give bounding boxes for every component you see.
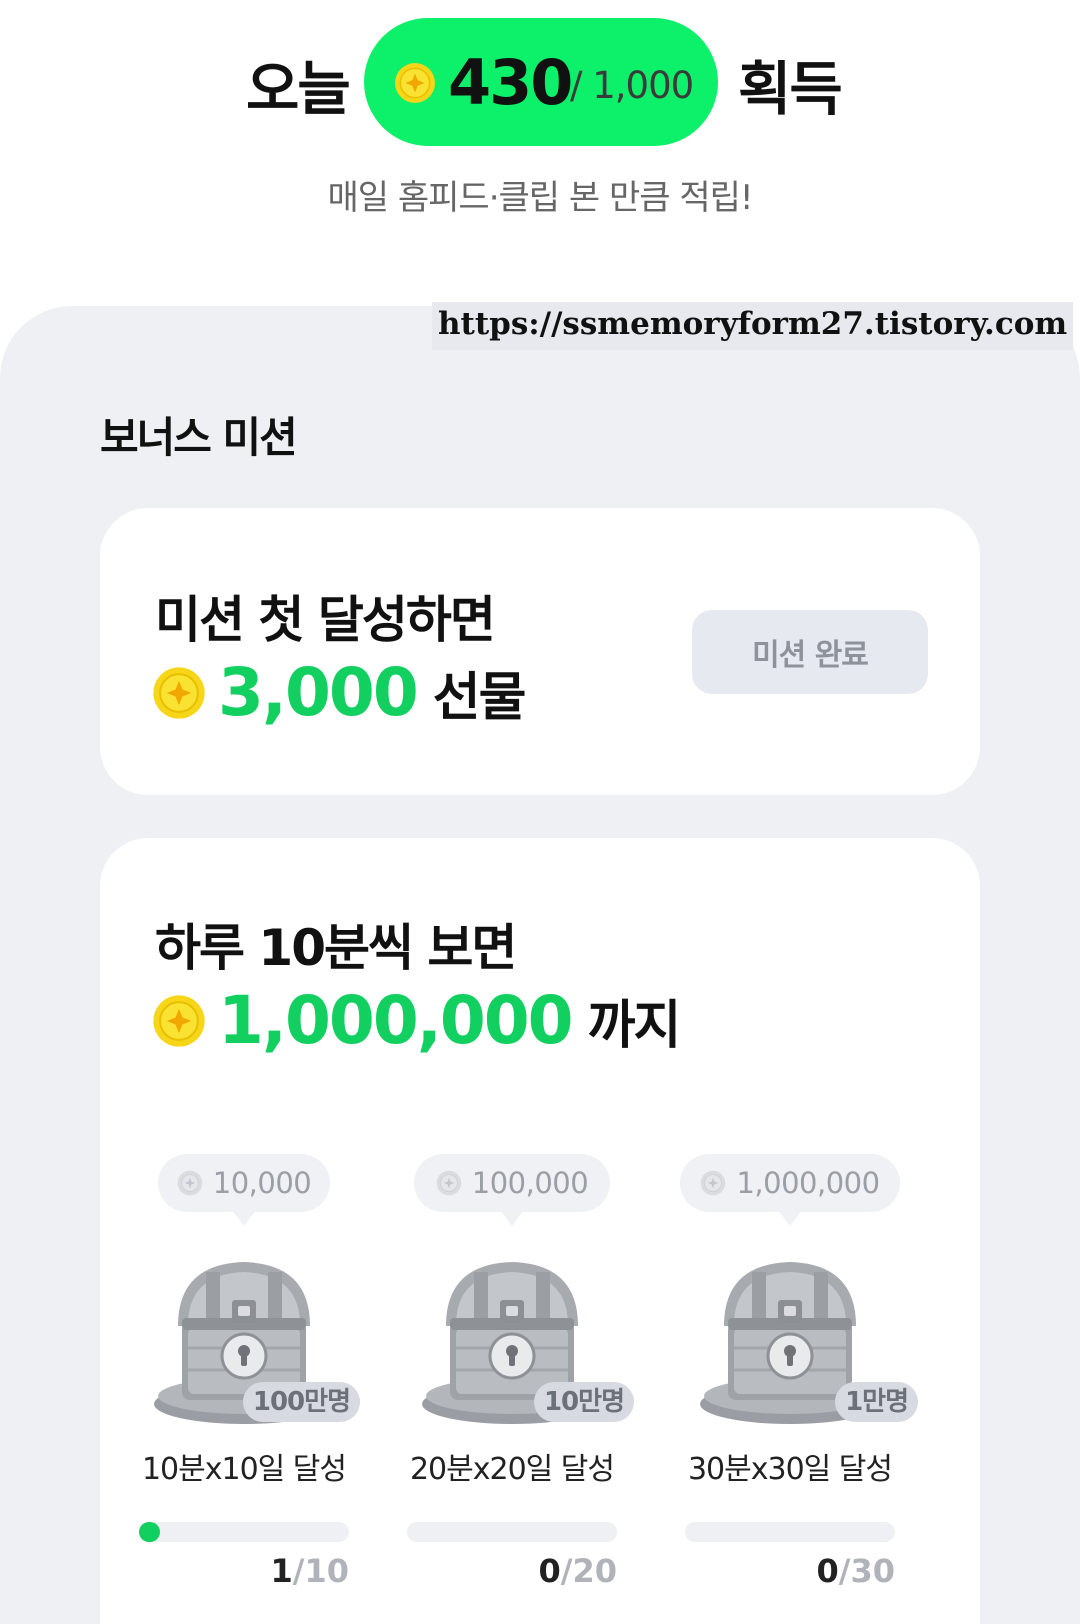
watermark-url: https://ssmemoryform27.tistory.com — [432, 302, 1074, 350]
tier-participants-badge: 100만명 — [242, 1382, 360, 1422]
tier-reward-amount: 10,000 — [212, 1166, 312, 1200]
today-points-value: 430 — [448, 46, 573, 119]
first-mission-card: 미션 첫 달성하면 3,000 선물 미션 완료 — [100, 508, 980, 795]
today-points-pill: 430 / 1,000 — [364, 18, 718, 146]
reward-tier-1[interactable]: 10,000 100만명 10분x10일 달성 1/10 — [114, 1154, 374, 1590]
first-mission-reward: 3,000 선물 — [152, 654, 527, 731]
coin-icon — [436, 1170, 462, 1196]
coin-icon — [152, 666, 206, 720]
coin-icon — [394, 62, 436, 104]
first-mission-suffix: 선물 — [432, 668, 527, 728]
tier-goal-label: 30분x30일 달성 — [687, 1452, 893, 1487]
coin-icon — [700, 1170, 726, 1196]
tier-goal-label: 20분x20일 달성 — [409, 1452, 615, 1487]
mission-complete-button[interactable]: 미션 완료 — [692, 610, 928, 694]
tier-progress-count: 0/20 — [538, 1552, 617, 1590]
tier-progress-track — [685, 1522, 895, 1542]
tier-progress-count: 0/30 — [816, 1552, 895, 1590]
tier-progress-track — [407, 1522, 617, 1542]
tier-goal-label: 10분x10일 달성 — [141, 1452, 347, 1487]
reward-tier-2[interactable]: 100,000 10만명 20분x20일 달성 0/20 — [382, 1154, 642, 1590]
tier-progress-count: 1/10 — [270, 1552, 349, 1590]
daily-mission-suffix: 까지 — [587, 996, 682, 1056]
tier-reward-bubble: 100,000 — [414, 1154, 610, 1226]
daily-mission-title: 하루 10분씩 보면 — [155, 919, 517, 977]
tier-reward-amount: 1,000,000 — [736, 1166, 880, 1200]
coin-icon — [177, 1170, 203, 1196]
tier-participants-badge: 10만명 — [533, 1382, 634, 1422]
tier-progress-fill — [139, 1522, 160, 1542]
today-points-limit: / 1,000 — [570, 64, 694, 107]
page-subtitle: 매일 홈피드·클립 본 만큼 적립! — [327, 178, 753, 218]
bonus-section-title: 보너스 미션 — [100, 413, 298, 462]
tier-progress-track — [139, 1522, 349, 1542]
daily-mission-reward: 1,000,000 까지 — [152, 982, 682, 1059]
earn-label: 획득 — [738, 55, 843, 123]
tier-reward-amount: 100,000 — [471, 1166, 589, 1200]
daily-mission-amount: 1,000,000 — [218, 982, 574, 1059]
today-earnings-header: 오늘 430 / 1,000 획득 — [0, 18, 1080, 146]
first-mission-amount: 3,000 — [218, 654, 419, 731]
today-label: 오늘 — [246, 55, 351, 123]
coin-icon — [152, 994, 206, 1048]
daily-mission-card: 하루 10분씩 보면 1,000,000 까지 10,000 100만명 10분… — [100, 838, 980, 1624]
first-mission-title: 미션 첫 달성하면 — [155, 591, 496, 649]
reward-tier-3[interactable]: 1,000,000 1만명 30분x30일 달성 0/30 — [660, 1154, 920, 1590]
tier-reward-bubble: 10,000 — [158, 1154, 330, 1226]
tier-participants-badge: 1만명 — [835, 1382, 918, 1422]
tier-reward-bubble: 1,000,000 — [680, 1154, 900, 1226]
